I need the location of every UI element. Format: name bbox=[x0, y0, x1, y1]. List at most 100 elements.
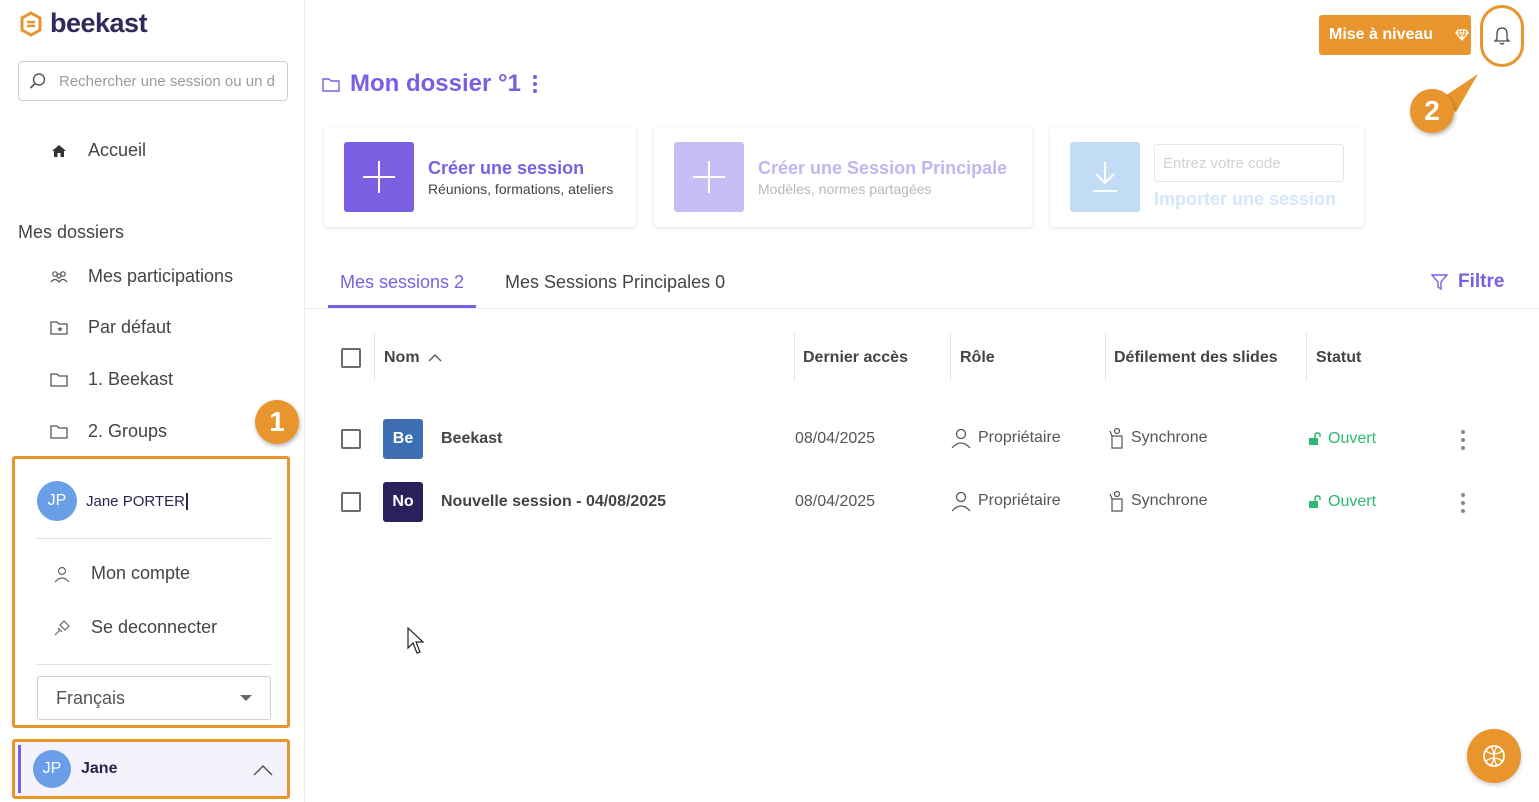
session-name[interactable]: Nouvelle session - 04/08/2025 bbox=[441, 493, 666, 511]
sidebar-item-home[interactable]: Accueil bbox=[50, 140, 146, 161]
column-header-role[interactable]: Rôle bbox=[960, 349, 995, 367]
user-full-name: Jane PORTER bbox=[86, 492, 188, 510]
column-separator bbox=[950, 333, 951, 381]
people-icon bbox=[50, 268, 68, 286]
folders-section-title: Mes dossiers bbox=[18, 222, 125, 242]
column-separator bbox=[374, 333, 375, 381]
slide-scroll-cell: Synchrone bbox=[1109, 490, 1208, 512]
sidebar-item-default[interactable]: Par défaut bbox=[50, 317, 171, 338]
sidebar-item-label: Mes participations bbox=[88, 266, 234, 286]
sidebar: beekast Accueil Mes dossiers Mes partici… bbox=[0, 0, 305, 802]
notifications-button[interactable] bbox=[1480, 5, 1524, 67]
divider bbox=[37, 538, 271, 539]
role-value: Propriétaire bbox=[978, 429, 1061, 446]
active-indicator bbox=[18, 745, 21, 793]
create-session-card[interactable]: Créer une session Réunions, formations, … bbox=[324, 127, 636, 227]
main-content: Mise à niveau 2 Mon dossier °1 Créer une… bbox=[306, 0, 1539, 802]
row-checkbox[interactable] bbox=[341, 492, 361, 512]
brand-name: beekast bbox=[50, 8, 148, 38]
plus-icon bbox=[674, 142, 744, 212]
user-icon bbox=[54, 566, 70, 582]
my-account-label: Mon compte bbox=[91, 563, 191, 583]
status-badge: Ouvert bbox=[1328, 493, 1377, 510]
filter-icon bbox=[1431, 273, 1448, 290]
row-more-icon[interactable] bbox=[1461, 430, 1465, 454]
upgrade-button[interactable]: Mise à niveau bbox=[1319, 15, 1471, 55]
sidebar-item-label: 2. Groups bbox=[88, 421, 168, 441]
sidebar-item-folder-groups[interactable]: 2. Groups bbox=[50, 421, 167, 442]
annotation-marker-1: 1 bbox=[255, 400, 299, 444]
mouse-cursor-icon bbox=[407, 627, 425, 654]
column-header-last-access[interactable]: Dernier accès bbox=[803, 349, 908, 367]
user-menu-toggle[interactable]: JP Jane bbox=[12, 739, 290, 799]
create-session-title: Créer une session bbox=[428, 158, 585, 178]
status-cell: Ouvert bbox=[1308, 430, 1376, 448]
search-input[interactable] bbox=[59, 72, 274, 90]
sidebar-item-participations[interactable]: Mes participations bbox=[50, 266, 233, 287]
column-separator bbox=[1306, 333, 1307, 381]
user-icon bbox=[951, 428, 971, 449]
create-master-session-card[interactable]: Créer une Session Principale Modèles, no… bbox=[654, 127, 1032, 227]
status-cell: Ouvert bbox=[1308, 493, 1376, 511]
my-account-link[interactable]: Mon compte bbox=[53, 563, 190, 584]
beekast-logo[interactable]: beekast bbox=[18, 8, 148, 39]
bell-icon bbox=[1493, 27, 1511, 45]
session-badge: Be bbox=[383, 419, 423, 459]
avatar: JP bbox=[33, 750, 71, 788]
folder-icon bbox=[50, 371, 68, 389]
diamond-icon bbox=[1455, 29, 1469, 41]
slide-scroll-value: Synchrone bbox=[1131, 492, 1208, 509]
filter-button[interactable]: Filtre bbox=[1431, 271, 1504, 293]
language-select[interactable]: Français bbox=[37, 676, 271, 720]
role-cell: Propriétaire bbox=[950, 427, 1061, 449]
session-code-input[interactable] bbox=[1154, 144, 1344, 182]
sidebar-item-folder-beekast[interactable]: 1. Beekast bbox=[50, 369, 173, 390]
divider bbox=[37, 664, 271, 665]
column-separator bbox=[1105, 333, 1106, 381]
import-session-card: Importer une session bbox=[1050, 127, 1364, 227]
slide-scroll-value: Synchrone bbox=[1131, 429, 1208, 446]
session-badge: No bbox=[383, 482, 423, 522]
import-session-button[interactable]: Importer une session bbox=[1154, 189, 1336, 210]
home-icon bbox=[50, 142, 68, 160]
role-cell: Propriétaire bbox=[950, 490, 1061, 512]
last-access-value: 08/04/2025 bbox=[795, 493, 876, 510]
column-header-slide-scroll[interactable]: Défilement des slides bbox=[1114, 349, 1278, 367]
chevron-up-icon bbox=[253, 764, 273, 776]
row-checkbox[interactable] bbox=[341, 429, 361, 449]
folder-star-icon bbox=[50, 319, 68, 337]
column-separator bbox=[794, 333, 795, 381]
tab-master-sessions[interactable]: Mes Sessions Principales 0 bbox=[505, 272, 725, 293]
presenter-icon bbox=[1109, 427, 1123, 449]
session-name[interactable]: Beekast bbox=[441, 430, 502, 448]
tabs-baseline bbox=[306, 308, 1539, 309]
sort-ascending-icon bbox=[428, 354, 442, 362]
globe-icon bbox=[1483, 745, 1505, 767]
column-header-status[interactable]: Statut bbox=[1316, 349, 1361, 367]
annotation-marker-2: 2 bbox=[1410, 89, 1454, 133]
more-vertical-icon[interactable] bbox=[531, 74, 539, 94]
column-header-name[interactable]: Nom bbox=[384, 349, 442, 367]
search-box bbox=[18, 61, 288, 101]
folder-icon bbox=[322, 77, 340, 92]
logout-link[interactable]: Se deconnecter bbox=[53, 617, 217, 638]
page-title: Mon dossier °1 bbox=[322, 70, 539, 98]
unlock-icon bbox=[1309, 432, 1321, 445]
plus-icon bbox=[344, 142, 414, 212]
folder-icon bbox=[50, 423, 68, 441]
help-chat-button[interactable] bbox=[1467, 729, 1521, 783]
row-more-icon[interactable] bbox=[1461, 493, 1465, 517]
user-icon bbox=[951, 491, 971, 512]
unplug-icon bbox=[54, 619, 70, 635]
select-all-checkbox[interactable] bbox=[341, 348, 361, 368]
role-value: Propriétaire bbox=[978, 492, 1061, 509]
user-profile-header: JP Jane PORTER bbox=[37, 481, 188, 521]
upgrade-label: Mise à niveau bbox=[1329, 26, 1434, 43]
slide-scroll-cell: Synchrone bbox=[1109, 427, 1208, 449]
beekast-logo-icon bbox=[20, 10, 42, 37]
unlock-icon bbox=[1309, 495, 1321, 508]
create-session-subtitle: Réunions, formations, ateliers bbox=[428, 181, 614, 197]
chevron-down-icon bbox=[240, 695, 252, 701]
column-header-label: Nom bbox=[384, 349, 420, 366]
tab-my-sessions[interactable]: Mes sessions 2 bbox=[340, 272, 464, 293]
